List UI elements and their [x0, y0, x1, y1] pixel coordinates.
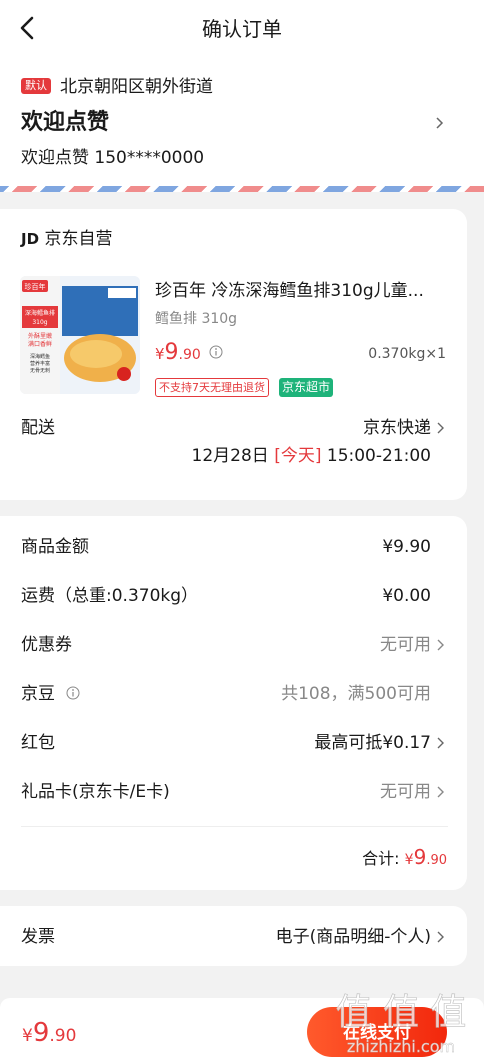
chevron-right-icon[interactable] — [436, 929, 446, 945]
delivery-time[interactable]: 12月28日 [今天] 15:00-21:00 — [192, 444, 431, 468]
gift-card-label: 礼品卡(京东卡/E卡) — [21, 782, 170, 802]
product-title[interactable]: 珍百年 冷冻深海鳕鱼排310g儿童... — [155, 278, 445, 304]
info-icon[interactable] — [209, 345, 223, 359]
header-bar: 确认订单 — [0, 0, 484, 58]
shop-name: JD 京东自营 — [21, 227, 112, 251]
address-name: 欢迎点赞 — [21, 110, 110, 135]
product-image[interactable]: 珍百年 深海鳕鱼排 310g 外酥里嫩 满口香鲜 深海鳕鱼 营养丰富 无骨无刺 — [20, 276, 140, 394]
delivery-today: [今天] — [274, 446, 322, 466]
image-weight-text: 310g — [32, 319, 47, 326]
chevron-right-icon[interactable] — [434, 114, 446, 132]
red-packet-label: 红包 — [21, 733, 55, 753]
shop-name-label: 京东自营 — [44, 229, 113, 249]
delivery-label: 配送 — [21, 418, 55, 438]
info-icon[interactable] — [66, 686, 80, 700]
gift-card-value[interactable]: 无可用 — [380, 780, 431, 804]
price-currency: ¥ — [155, 345, 165, 363]
delivery-window: 15:00-21:00 — [326, 446, 431, 466]
product-image-graphic: 珍百年 深海鳕鱼排 310g 外酥里嫩 满口香鲜 深海鳕鱼 营养丰富 无骨无刺 — [20, 276, 140, 394]
total-currency: ¥ — [404, 852, 414, 868]
no-return-tag: 不支持7天无理由退货 — [155, 378, 269, 397]
image-brand-text: 珍百年 — [25, 282, 46, 291]
product-spec: 鳕鱼排 310g — [155, 311, 238, 327]
online-pay-button[interactable]: 在线支付 — [307, 1007, 447, 1057]
delivery-method[interactable]: 京东快递 — [363, 416, 431, 440]
red-packet-value[interactable]: 最高可抵¥0.17 — [314, 731, 431, 755]
jd-beans-label-text: 京豆 — [21, 684, 55, 704]
bottom-total-price: ¥9.90 — [22, 1018, 76, 1051]
bottom-price-decimal: .90 — [49, 1026, 77, 1046]
shipping-fee-value: ¥0.00 — [382, 586, 431, 606]
invoice-value[interactable]: 电子(商品明细-个人) — [276, 925, 431, 949]
image-slogan2-text: 满口香鲜 — [28, 340, 52, 348]
image-feature3-text: 无骨无刺 — [30, 367, 50, 374]
image-feature2-text: 营养丰富 — [30, 360, 50, 367]
price-decimal: .90 — [178, 347, 201, 363]
chevron-right-icon[interactable] — [436, 420, 446, 436]
total-integer: 9 — [413, 845, 427, 869]
jd-supermarket-tag: 京东超市 — [279, 378, 334, 397]
goods-amount-value: ¥9.90 — [382, 537, 431, 557]
chevron-right-icon[interactable] — [436, 735, 446, 751]
coupon-label: 优惠券 — [21, 635, 72, 655]
address-contact: 欢迎点赞 150****0000 — [21, 148, 205, 168]
bottom-price-integer: 9 — [32, 1018, 50, 1048]
image-slogan1-text: 外酥里嫩 — [28, 332, 52, 340]
chevron-right-icon[interactable] — [436, 637, 446, 653]
jd-logo: JD — [21, 230, 40, 248]
delivery-date: 12月28日 — [191, 446, 269, 466]
address-envelope-stripe — [0, 186, 484, 192]
product-price: ¥9.90 — [155, 340, 201, 368]
order-total: 合计: ¥9.90 — [362, 845, 447, 873]
total-decimal: .90 — [426, 853, 447, 868]
default-badge: 默认 — [21, 78, 51, 94]
image-feature1-text: 深海鳕鱼 — [30, 353, 50, 360]
jd-beans-value: 共108，满500可用 — [281, 684, 431, 704]
amount-divider — [21, 826, 448, 827]
image-product-text: 深海鳕鱼排 — [25, 309, 55, 317]
bottom-currency: ¥ — [22, 1026, 33, 1046]
goods-amount-label: 商品金额 — [21, 537, 89, 557]
jd-beans-label: 京豆 — [21, 682, 55, 706]
invoice-label: 发票 — [21, 927, 55, 947]
address-region: 北京朝阳区朝外街道 — [60, 77, 213, 97]
price-integer: 9 — [164, 340, 179, 365]
total-label: 合计: — [362, 849, 400, 868]
chevron-right-icon[interactable] — [436, 784, 446, 800]
shipping-fee-label: 运费（总重:0.370kg） — [21, 586, 199, 606]
page-title: 确认订单 — [202, 17, 282, 41]
coupon-value[interactable]: 无可用 — [380, 633, 431, 657]
product-quantity: 0.370kg×1 — [368, 346, 446, 362]
